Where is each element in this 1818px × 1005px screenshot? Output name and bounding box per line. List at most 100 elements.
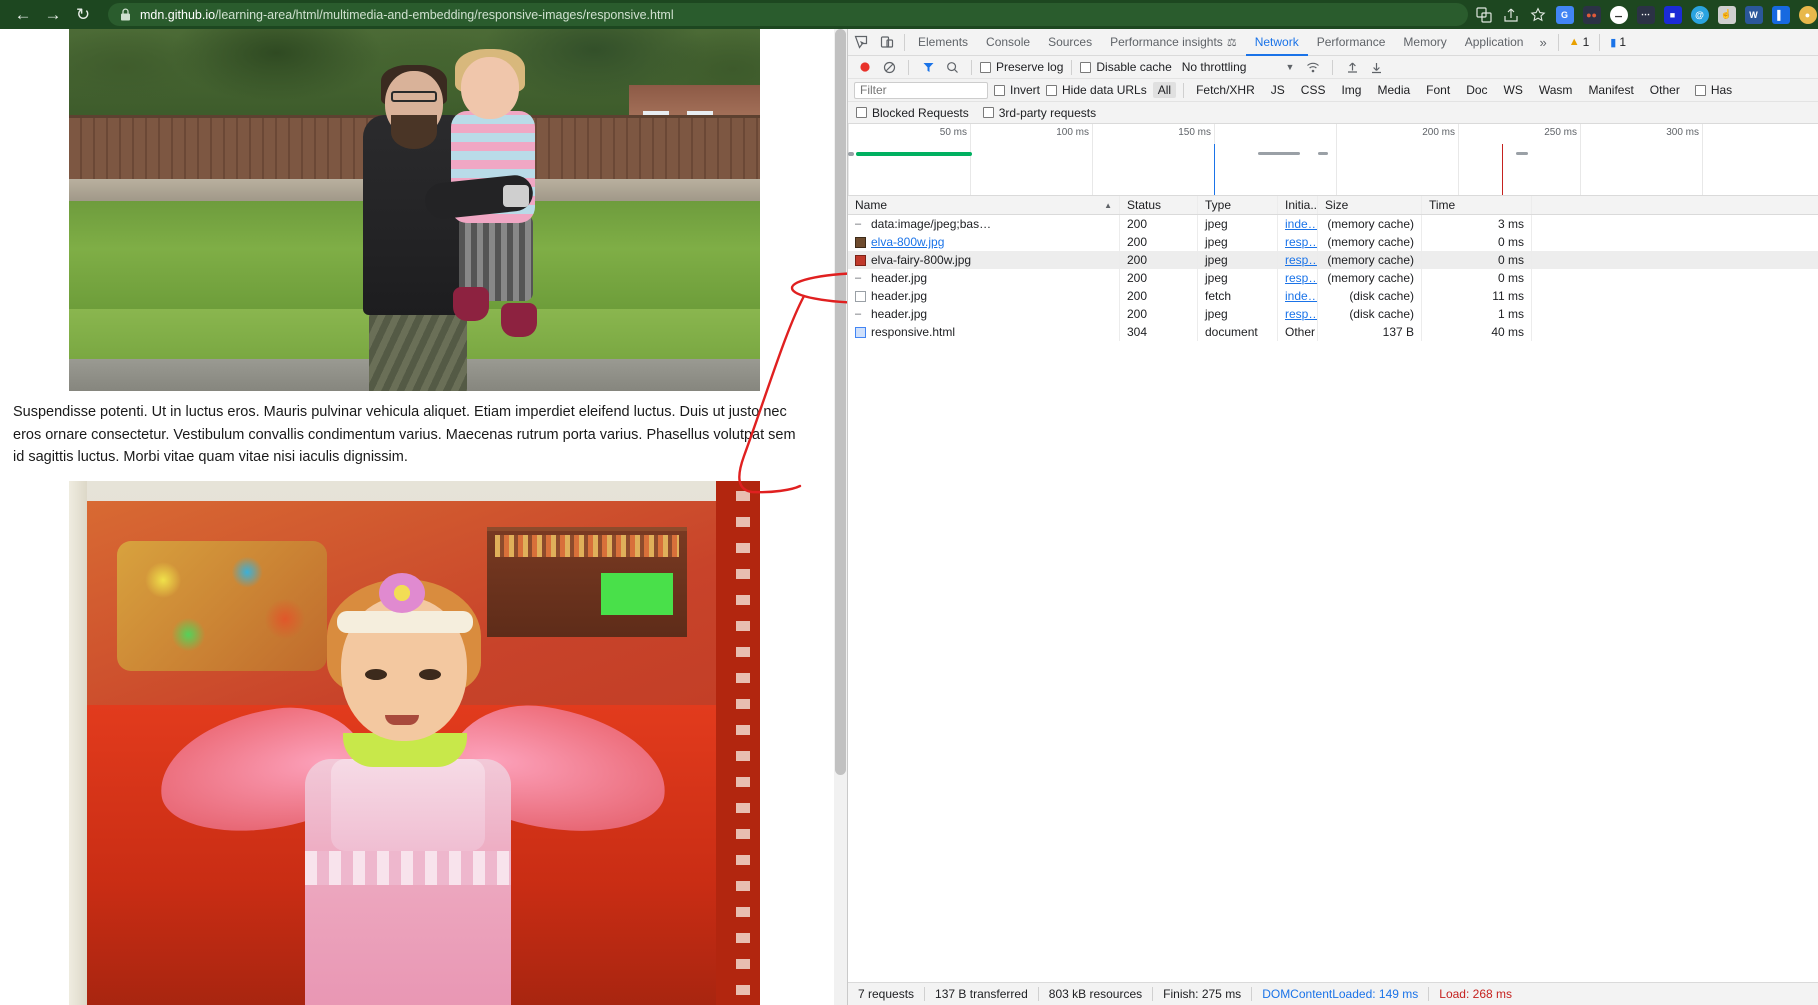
resource-type-other[interactable]: Other [1645,82,1685,98]
tab-performance-insights[interactable]: Performance insights ⚖ [1101,29,1246,56]
row-name-cell[interactable]: – data:image/jpeg;bas… [848,215,1120,233]
translate-icon[interactable] [1470,1,1497,28]
resource-type-ws[interactable]: WS [1499,82,1528,98]
more-tabs-icon[interactable]: » [1532,35,1553,50]
row-initiator-cell[interactable]: resp… [1278,233,1318,251]
share-icon[interactable] [1497,1,1524,28]
resource-type-css[interactable]: CSS [1296,82,1331,98]
forward-arrow-icon[interactable]: → [38,2,68,28]
table-row[interactable]: elva-fairy-800w.jpg 200 jpeg resp… (memo… [848,251,1818,269]
resource-type-js[interactable]: JS [1266,82,1290,98]
extension-hand[interactable]: ☝ [1713,1,1740,28]
resource-type-all[interactable]: All [1152,82,1177,98]
device-toolbar-icon[interactable] [874,30,900,55]
invert-checkbox[interactable]: Invert [994,83,1040,97]
row-name-cell[interactable]: elva-800w.jpg [848,233,1120,251]
hide-data-urls-box[interactable] [1046,84,1058,96]
disable-cache-box[interactable] [1080,61,1092,73]
row-name-cell[interactable]: header.jpg [848,287,1120,305]
has-blocked-checkbox[interactable]: Has [1694,83,1732,97]
bookmark-star-icon[interactable] [1524,1,1551,28]
initiator-link[interactable]: inde… [1285,289,1317,303]
tab-elements[interactable]: Elements [909,29,977,56]
row-initiator-cell[interactable]: resp… [1278,305,1318,323]
request-name[interactable]: elva-fairy-800w.jpg [871,253,971,267]
table-row[interactable]: header.jpg 200 fetch inde… (disk cache) … [848,287,1818,305]
initiator-link[interactable]: resp… [1285,235,1317,249]
table-row[interactable]: responsive.html 304 document Other 137 B… [848,323,1818,341]
filter-input[interactable] [854,81,988,99]
extension-circle-dash[interactable]: ⚊ [1605,1,1632,28]
row-name-cell[interactable]: – header.jpg [848,269,1120,287]
resource-type-wasm[interactable]: Wasm [1534,82,1578,98]
throttling-select-value[interactable]: No throttling [1182,60,1247,74]
export-har-icon[interactable] [1365,57,1387,78]
initiator-link[interactable]: inde… [1285,217,1317,231]
resource-type-fetch-xhr[interactable]: Fetch/XHR [1191,82,1260,98]
blocked-requests-box[interactable] [856,107,867,118]
clear-button[interactable] [878,57,900,78]
resource-type-img[interactable]: Img [1336,82,1366,98]
row-initiator-cell[interactable]: inde… [1278,287,1318,305]
initiator-link[interactable]: resp… [1285,253,1317,267]
row-initiator-cell[interactable]: resp… [1278,251,1318,269]
table-row[interactable]: – data:image/jpeg;bas… 200 jpeg inde… (m… [848,215,1818,233]
column-header-name[interactable]: Name ▲ [848,196,1120,214]
record-button[interactable] [854,57,876,78]
network-overview-timeline[interactable]: 50 ms 100 ms 150 ms 200 ms 250 ms 300 ms [848,124,1818,196]
chevron-down-icon[interactable]: ▼ [1285,62,1294,72]
row-initiator-cell[interactable]: resp… [1278,269,1318,287]
extension-word[interactable]: W [1740,1,1767,28]
extension-google-docs[interactable]: G [1551,1,1578,28]
extension-swirl[interactable]: @ [1686,1,1713,28]
resource-type-media[interactable]: Media [1372,82,1415,98]
resource-type-manifest[interactable]: Manifest [1583,82,1638,98]
row-initiator-cell[interactable]: inde… [1278,215,1318,233]
extension-blue-blocks[interactable]: ▌ [1767,1,1794,28]
extension-dots[interactable]: ⋯ [1632,1,1659,28]
extension-thinking[interactable]: ● [1794,1,1818,28]
search-icon[interactable] [941,57,963,78]
preserve-log-box[interactable] [980,61,991,73]
resource-type-font[interactable]: Font [1421,82,1455,98]
tab-performance[interactable]: Performance [1308,29,1395,56]
tab-network[interactable]: Network [1246,29,1308,56]
column-header-waterfall[interactable] [1532,196,1818,214]
tab-console[interactable]: Console [977,29,1039,56]
hide-data-urls-checkbox[interactable]: Hide data URLs [1046,83,1147,97]
address-bar[interactable]: mdn.github.io/learning-area/html/multime… [108,3,1468,26]
message-badge[interactable]: ▮ 1 [1604,35,1632,49]
request-name[interactable]: elva-800w.jpg [871,235,944,249]
initiator-link[interactable]: resp… [1285,307,1317,321]
tab-application[interactable]: Application [1456,29,1533,56]
extension-goggles[interactable]: ●● [1578,1,1605,28]
column-header-initiator[interactable]: Initia.. [1278,196,1318,214]
tab-sources[interactable]: Sources [1039,29,1101,56]
page-scrollbar-track[interactable] [834,29,847,1005]
initiator-link[interactable]: resp… [1285,271,1317,285]
resource-type-doc[interactable]: Doc [1461,82,1492,98]
disable-cache-checkbox[interactable]: Disable cache [1080,60,1172,74]
tab-memory[interactable]: Memory [1394,29,1455,56]
warning-badge[interactable]: ▲ 1 [1563,35,1596,49]
blocked-requests-checkbox[interactable]: Blocked Requests [856,106,969,120]
back-arrow-icon[interactable]: ← [8,2,38,28]
invert-box[interactable] [994,84,1005,96]
row-name-cell[interactable]: elva-fairy-800w.jpg [848,251,1120,269]
row-name-cell[interactable]: – header.jpg [848,305,1120,323]
table-row[interactable]: elva-800w.jpg 200 jpeg resp… (memory cac… [848,233,1818,251]
import-har-icon[interactable] [1341,57,1363,78]
network-conditions-icon[interactable] [1302,57,1324,78]
table-row[interactable]: – header.jpg 200 jpeg resp… (disk cache)… [848,305,1818,323]
reload-icon[interactable]: ↻ [68,2,98,28]
inspect-element-icon[interactable] [848,30,874,55]
third-party-requests-checkbox[interactable]: 3rd-party requests [982,106,1096,120]
has-blocked-box[interactable] [1694,84,1706,96]
filter-toggle-icon[interactable] [917,57,939,78]
column-header-time[interactable]: Time [1422,196,1532,214]
column-header-type[interactable]: Type [1198,196,1278,214]
page-scrollbar-thumb[interactable] [835,29,846,775]
column-header-size[interactable]: Size [1318,196,1422,214]
third-party-box[interactable] [982,107,994,118]
column-header-status[interactable]: Status [1120,196,1198,214]
